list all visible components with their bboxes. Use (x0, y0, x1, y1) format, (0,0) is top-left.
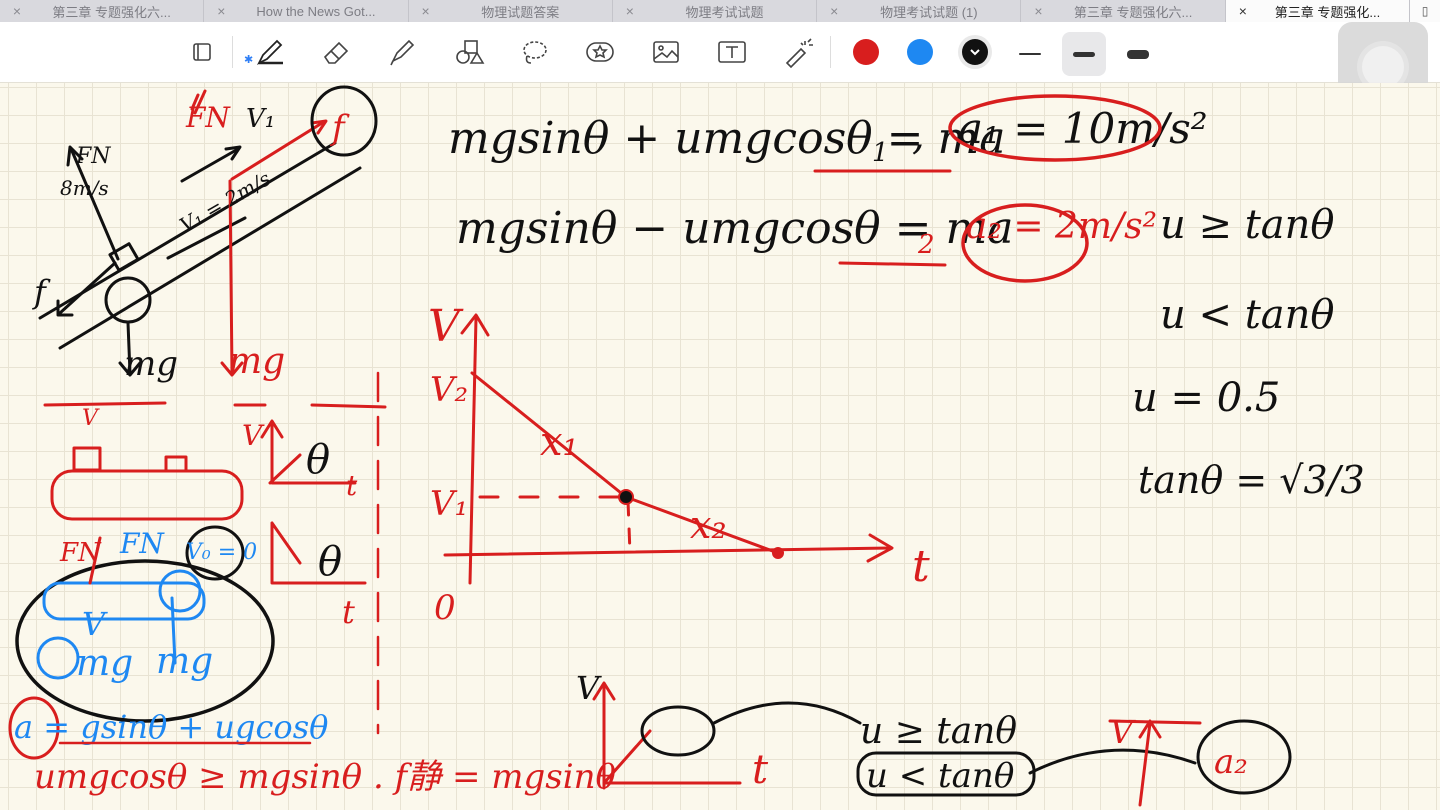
lasso-icon[interactable] (514, 32, 554, 72)
tab-item[interactable]: × 物理试题答案 (409, 0, 613, 22)
tab-label: 第三章 专题强化六... (1073, 4, 1193, 20)
v0-label: V₀ = 0 (186, 540, 257, 565)
close-tab-icon[interactable]: × (204, 3, 238, 19)
eq2-subscript: 2 (917, 230, 935, 260)
note-canvas[interactable]: FN 8m/s f mg V₁ = 2m/s FN V₁ mg f mgsinθ… (0, 83, 1440, 810)
eraser-icon[interactable] (316, 32, 356, 72)
small-graph2-t: t (342, 593, 355, 631)
tab-label: 物理试题答案 (481, 4, 560, 20)
force-f-label: f (329, 108, 350, 148)
cond-lt-text: u < tanθ (1160, 292, 1334, 338)
stroke-medium-option[interactable] (1062, 32, 1106, 76)
bottom-cond-ge: u ≥ tanθ (860, 711, 1017, 752)
stroke-thick-option[interactable] (1116, 32, 1160, 76)
red-fn-label: FN (59, 538, 102, 568)
image-icon[interactable] (646, 32, 686, 72)
tan-value-text: tanθ = √3/3 (1138, 458, 1365, 502)
color-blue-swatch[interactable] (907, 39, 933, 65)
color-red-swatch[interactable] (853, 39, 879, 65)
small-graph2-theta: θ (318, 539, 342, 585)
laser-pointer-icon[interactable] (778, 32, 818, 72)
drawing-toolbar: ✱ (0, 22, 1440, 83)
tab-label: 第三章 专题强化... (1274, 4, 1381, 20)
bottom-a2-label: a₂ (1214, 742, 1248, 782)
fn-label-red: FN (185, 101, 231, 134)
tab-label: 物理考试试题 (685, 4, 764, 20)
tab-overflow-icon[interactable]: ▯ (1410, 0, 1440, 22)
highlighter-icon[interactable] (382, 32, 422, 72)
graph-v-label: V (428, 301, 464, 352)
fn-label-a: FN (75, 144, 111, 169)
graph-x2-label: x₂ (690, 503, 727, 547)
eq1-result: a₁ = 10m/s² (958, 104, 1208, 153)
bottom-cond-lt: u < tanθ (866, 756, 1014, 796)
tab-item[interactable]: × How the News Got... (204, 0, 409, 22)
tab-item[interactable]: × 第三章 专题强化六... (0, 0, 205, 22)
close-tab-icon[interactable]: × (1226, 3, 1260, 19)
bottom-graph-t: t (752, 747, 769, 793)
eq1-subscript: 1 (872, 138, 889, 168)
color-black-swatch-selected[interactable] (962, 39, 988, 65)
blue-mg-label-a: mg (76, 643, 133, 684)
belt-v-label: V (82, 406, 100, 431)
shapes-icon[interactable] (448, 32, 488, 72)
blue-mg-label-b: mg (156, 641, 213, 682)
sticker-icon[interactable] (580, 32, 620, 72)
v1-label: V₁ (246, 104, 275, 134)
tab-item[interactable]: × 第三章 专题强化六... (1021, 0, 1226, 22)
eq2-underline (838, 261, 947, 267)
speed-label: 8m/s (60, 176, 109, 200)
bottom-left-eq: a = gsinθ + ugcosθ (14, 708, 328, 746)
mu-value-text: u = 0.5 (1132, 375, 1280, 421)
blue-v-label: V (82, 605, 108, 643)
small-graph1-v: V (242, 419, 265, 452)
close-tab-icon[interactable]: × (0, 3, 34, 19)
eq1-comma: , (912, 113, 925, 159)
pages-icon[interactable] (182, 32, 222, 72)
tab-label: 第三章 专题强化六... (52, 4, 171, 20)
mg-label-red: mg (228, 341, 285, 382)
graph-v2-label: V₂ (430, 370, 468, 410)
vt-graph (443, 313, 894, 585)
tab-label: 物理考试试题 (1) (880, 4, 978, 20)
graph-x1-label: x₁ (540, 419, 579, 465)
graph-v1-label: V₁ (430, 484, 468, 524)
stroke-thin-option[interactable] (1008, 32, 1052, 76)
tab-item[interactable]: × 物理考试试题 (613, 0, 818, 22)
small-graph1-t: t (346, 469, 358, 502)
tab-label: How the News Got... (256, 3, 376, 19)
bottom-cond-text: umgcosθ ≥ mgsinθ . f静 = mgsinθ (34, 757, 616, 797)
close-tab-icon[interactable]: × (1021, 3, 1055, 19)
tab-item-active[interactable]: × 第三章 专题强化... (1225, 0, 1411, 22)
tab-item[interactable]: × 物理考试试题 (1) (817, 0, 1022, 22)
bottom-right-v: V (1110, 713, 1136, 751)
mg-label-a: mg (124, 344, 178, 384)
graph-origin-label: 0 (434, 588, 456, 628)
close-tab-icon[interactable]: × (613, 3, 647, 19)
text-icon[interactable] (712, 32, 752, 72)
blue-fn-label: FN (119, 527, 165, 560)
pen-icon[interactable] (250, 32, 290, 72)
close-tab-icon[interactable]: × (409, 3, 443, 19)
tab-bar: × 第三章 专题强化六... × How the News Got... × 物… (0, 0, 1440, 22)
close-tab-icon[interactable]: × (817, 3, 851, 19)
bottom-graph-v: V (576, 669, 602, 707)
small-graph1-theta: θ (306, 437, 330, 483)
friction-label: f (32, 273, 51, 311)
cond-ge-text: u ≥ tanθ (1160, 202, 1334, 248)
handwriting-layer: FN 8m/s f mg V₁ = 2m/s FN V₁ mg f mgsinθ… (8, 85, 1365, 807)
graph-t-label: t (912, 541, 930, 592)
